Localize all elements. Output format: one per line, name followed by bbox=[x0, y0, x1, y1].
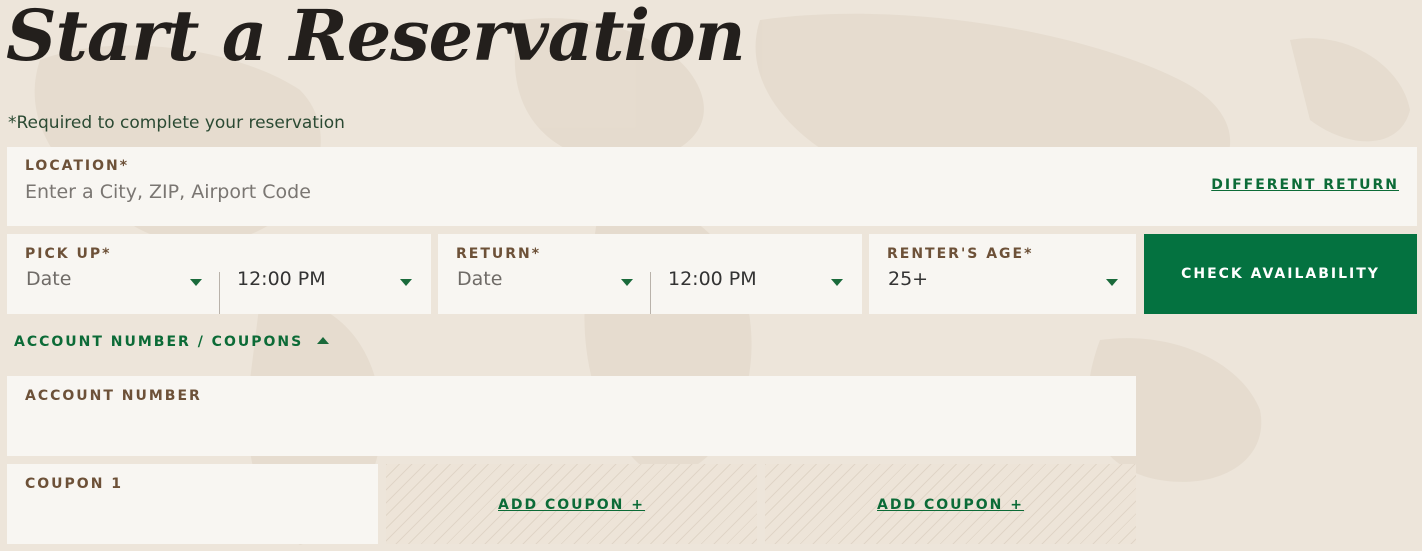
pickup-date-select[interactable]: Date bbox=[7, 262, 219, 314]
location-field[interactable]: LOCATION* DIFFERENT RETURN bbox=[7, 147, 1417, 226]
add-coupon-button[interactable]: ADD COUPON + bbox=[877, 497, 1024, 513]
return-date-select[interactable]: Date bbox=[438, 262, 650, 314]
renter-age-select[interactable]: RENTER'S AGE* 25+ bbox=[869, 234, 1136, 314]
renter-age-label: RENTER'S AGE* bbox=[887, 246, 1034, 262]
required-note: *Required to complete your reservation bbox=[8, 113, 345, 133]
renter-age-value: 25+ bbox=[888, 268, 929, 290]
different-return-link[interactable]: DIFFERENT RETURN bbox=[1211, 177, 1399, 193]
check-availability-button[interactable]: CHECK AVAILABILITY bbox=[1144, 234, 1417, 314]
account-number-field[interactable]: ACCOUNT NUMBER bbox=[7, 376, 1136, 456]
return-date-value: Date bbox=[457, 268, 503, 290]
pickup-field: PICK UP* Date 12:00 PM bbox=[7, 234, 431, 314]
return-label: RETURN* bbox=[456, 246, 542, 262]
account-number-label: ACCOUNT NUMBER bbox=[25, 388, 202, 404]
chevron-down-icon bbox=[621, 279, 633, 286]
chevron-down-icon bbox=[190, 279, 202, 286]
location-label: LOCATION* bbox=[25, 158, 130, 174]
chevron-up-icon bbox=[317, 337, 330, 344]
coupon-1-label: COUPON 1 bbox=[25, 476, 124, 492]
return-time-value: 12:00 PM bbox=[668, 268, 757, 290]
pickup-time-select[interactable]: 12:00 PM bbox=[220, 262, 431, 314]
account-coupons-toggle-label: ACCOUNT NUMBER / COUPONS bbox=[14, 334, 304, 350]
add-coupon-button[interactable]: ADD COUPON + bbox=[498, 497, 645, 513]
pickup-label: PICK UP* bbox=[25, 246, 112, 262]
return-time-select[interactable]: 12:00 PM bbox=[651, 262, 862, 314]
page-title: Start a Reservation bbox=[6, 0, 746, 77]
pickup-time-value: 12:00 PM bbox=[237, 268, 326, 290]
coupon-1-field[interactable]: COUPON 1 bbox=[7, 464, 378, 544]
chevron-down-icon bbox=[400, 279, 412, 286]
account-coupons-toggle[interactable]: ACCOUNT NUMBER / COUPONS bbox=[14, 334, 330, 350]
pickup-date-value: Date bbox=[26, 268, 72, 290]
add-coupon-slot-3: ADD COUPON + bbox=[765, 464, 1136, 544]
add-coupon-slot-2: ADD COUPON + bbox=[386, 464, 757, 544]
chevron-down-icon bbox=[1106, 279, 1118, 286]
return-field: RETURN* Date 12:00 PM bbox=[438, 234, 862, 314]
chevron-down-icon bbox=[831, 279, 843, 286]
location-input[interactable] bbox=[25, 181, 725, 203]
